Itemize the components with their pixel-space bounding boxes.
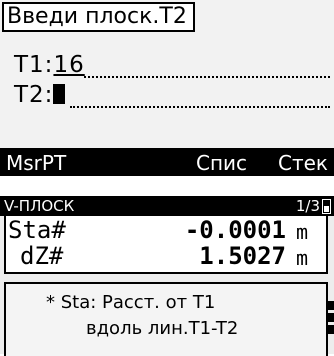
softkey-stack[interactable]: Стек [278, 151, 328, 175]
dz-value: 1.5027 [199, 242, 286, 270]
sta-unit: m [295, 220, 308, 244]
mode-label: V-ПЛОСК [4, 197, 75, 215]
measurement-box: Sta# -0.0001 m dZ# 1.5027 m [4, 216, 328, 274]
battery-icon [322, 199, 331, 214]
status-header: V-ПЛОСК 1/3 [0, 196, 334, 216]
scroll-indicator-icon [328, 301, 334, 335]
note-line-2: вдоль лин.T1-T2 [86, 318, 239, 339]
t2-underline [70, 106, 330, 108]
help-note: * Sta: Расст. от T1 вдоль лин.T1-T2 [4, 282, 328, 356]
t1-label: T1: [14, 52, 54, 78]
sta-value: -0.0001 [184, 216, 286, 244]
t1-underline [84, 76, 330, 78]
note-line-1: * Sta: Расст. от T1 [46, 292, 216, 313]
dz-label: dZ# [20, 242, 64, 270]
text-cursor [53, 84, 66, 104]
plane-input-screen: Введи плоск.T2 T1:16 T2: MsrPT Спис Стек [0, 0, 334, 176]
sta-label: Sta# [8, 216, 66, 244]
softkey-bar: MsrPT Спис Стек [0, 148, 334, 176]
plane-result-screen: V-ПЛОСК 1/3 Sta# -0.0001 m dZ# 1.5027 m … [0, 196, 334, 356]
t1-field[interactable]: T1:16 [14, 52, 85, 78]
t2-field[interactable]: T2: [14, 82, 66, 108]
t1-value[interactable]: 16 [53, 52, 84, 78]
softkey-list[interactable]: Спис [196, 151, 247, 175]
dz-unit: m [295, 246, 308, 270]
t2-label: T2: [14, 82, 54, 108]
screen-divider [0, 176, 334, 196]
screen-title: Введи плоск.T2 [2, 2, 195, 32]
softkey-msrpt[interactable]: MsrPT [6, 151, 66, 175]
page-indicator: 1/3 [295, 197, 320, 215]
